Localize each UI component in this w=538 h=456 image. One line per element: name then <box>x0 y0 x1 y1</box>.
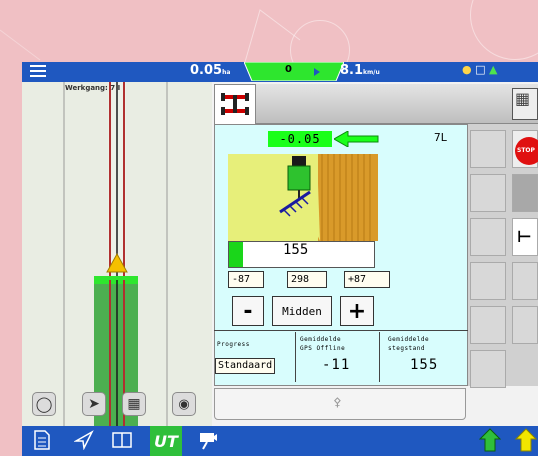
implement-icon <box>221 93 249 115</box>
hamburger-line <box>30 75 46 77</box>
camera-button[interactable] <box>196 428 220 452</box>
status-icons[interactable]: ● □ ▲ <box>462 63 497 76</box>
stop-sign-icon: STOP <box>515 137 538 165</box>
field-boundary-icon <box>479 428 501 452</box>
average-position-label-1: Gemiddelde <box>388 336 430 343</box>
center-mode-button[interactable]: Midden <box>272 296 332 326</box>
location-pin-button[interactable]: ◉ <box>172 392 196 416</box>
softkey-8[interactable] <box>512 262 538 300</box>
wrench-icon: ⊢ <box>517 227 532 246</box>
average-position-cell: Gemiddelde stegstand 155 <box>380 332 468 382</box>
softkey-1[interactable] <box>470 130 506 168</box>
wrench-icon: ⚴ <box>333 395 342 409</box>
progress-cell: Progress <box>214 332 296 382</box>
ut-bottom-panel[interactable]: ⚴ <box>214 388 466 420</box>
average-position-value: 155 <box>410 357 439 373</box>
split-view-button[interactable] <box>110 428 134 452</box>
average-gps-label-2: GPS Offline <box>300 345 346 352</box>
ut-button[interactable]: UT <box>150 426 182 456</box>
softkey-9[interactable] <box>512 306 538 344</box>
display-icon: □ <box>475 63 486 76</box>
guidance-icon <box>74 430 94 450</box>
grid-icon: ▦ <box>515 89 531 108</box>
softkey-2[interactable] <box>470 174 506 212</box>
offset-arrow-icon <box>334 131 379 147</box>
decrease-button[interactable]: - <box>232 296 264 326</box>
center-value: 298 <box>287 271 327 288</box>
field-pass-label: Werkgang: 7 I <box>65 84 121 92</box>
speed-readout: 8.1km/u <box>340 63 380 78</box>
field-boundary-button[interactable] <box>478 428 502 452</box>
area-readout: 0.05ha <box>190 63 230 78</box>
camera-icon <box>200 433 217 450</box>
bottom-nav-bar <box>22 426 538 456</box>
area-value: 0.05 <box>190 63 223 78</box>
ut-menu-button[interactable]: ▦ <box>512 88 538 120</box>
hamburger-menu-icon <box>30 65 46 67</box>
softkey-6[interactable] <box>470 350 506 388</box>
ut-implement-tab[interactable] <box>214 84 256 124</box>
average-position-label-2: stegstand <box>388 345 426 352</box>
hamburger-line <box>30 70 46 72</box>
recenter-button[interactable]: ◯ <box>32 392 56 416</box>
average-gps-cell: Gemiddelde GPS Offline -11 <box>296 332 380 382</box>
average-gps-label-1: Gemiddelde <box>300 336 342 343</box>
progress-label: Progress <box>217 341 250 348</box>
offset-value: -0.05 <box>268 131 332 147</box>
location-pin-icon: ◉ <box>178 396 190 412</box>
right-limit-value: +87 <box>344 271 390 288</box>
recenter-icon: ◯ <box>35 395 53 413</box>
softkey-4[interactable] <box>470 262 506 300</box>
navigation-button[interactable]: ➤ <box>82 392 106 416</box>
speed-value: 8.1 <box>340 63 364 78</box>
softkey-blank[interactable] <box>512 174 538 212</box>
guidance-button[interactable] <box>72 428 96 452</box>
map-view-icon: ▦ <box>127 396 141 412</box>
guidance-offset-value: 0 <box>285 64 292 75</box>
progress-value: Standaard <box>215 358 276 374</box>
headland-icon <box>515 428 537 452</box>
headland-button[interactable] <box>514 428 538 452</box>
menu-button[interactable] <box>30 64 48 79</box>
position-bar-fill <box>229 242 243 267</box>
background-pattern <box>0 9 301 62</box>
guidance-map[interactable] <box>22 82 212 426</box>
gps-satellite-icon: ● <box>462 63 472 76</box>
document-icon <box>34 430 50 450</box>
softkey-5[interactable] <box>470 306 506 344</box>
ut-tab-bar <box>256 84 538 124</box>
area-unit: ha <box>222 69 231 76</box>
navigation-arrow-icon: ➤ <box>88 396 100 412</box>
speed-unit: km/u <box>363 69 380 76</box>
softkey-3[interactable] <box>470 218 506 256</box>
tools-softkey[interactable]: ⊢ <box>512 218 538 256</box>
map-canvas <box>63 82 168 426</box>
stop-softkey[interactable]: STOP <box>512 130 538 168</box>
position-bar-value: 155 <box>283 242 309 258</box>
signal-icon: ▲ <box>489 63 498 76</box>
average-gps-value: -11 <box>322 357 351 373</box>
increase-button[interactable]: + <box>340 296 374 326</box>
implement-diagram <box>228 154 378 241</box>
row-label: 7L <box>434 131 448 144</box>
left-limit-value: -87 <box>228 271 264 288</box>
info-divider <box>214 330 468 331</box>
map-view-button[interactable]: ▦ <box>122 392 146 416</box>
split-view-icon <box>112 432 132 448</box>
document-button[interactable] <box>30 428 54 452</box>
guidance-indicator[interactable] <box>244 62 344 81</box>
